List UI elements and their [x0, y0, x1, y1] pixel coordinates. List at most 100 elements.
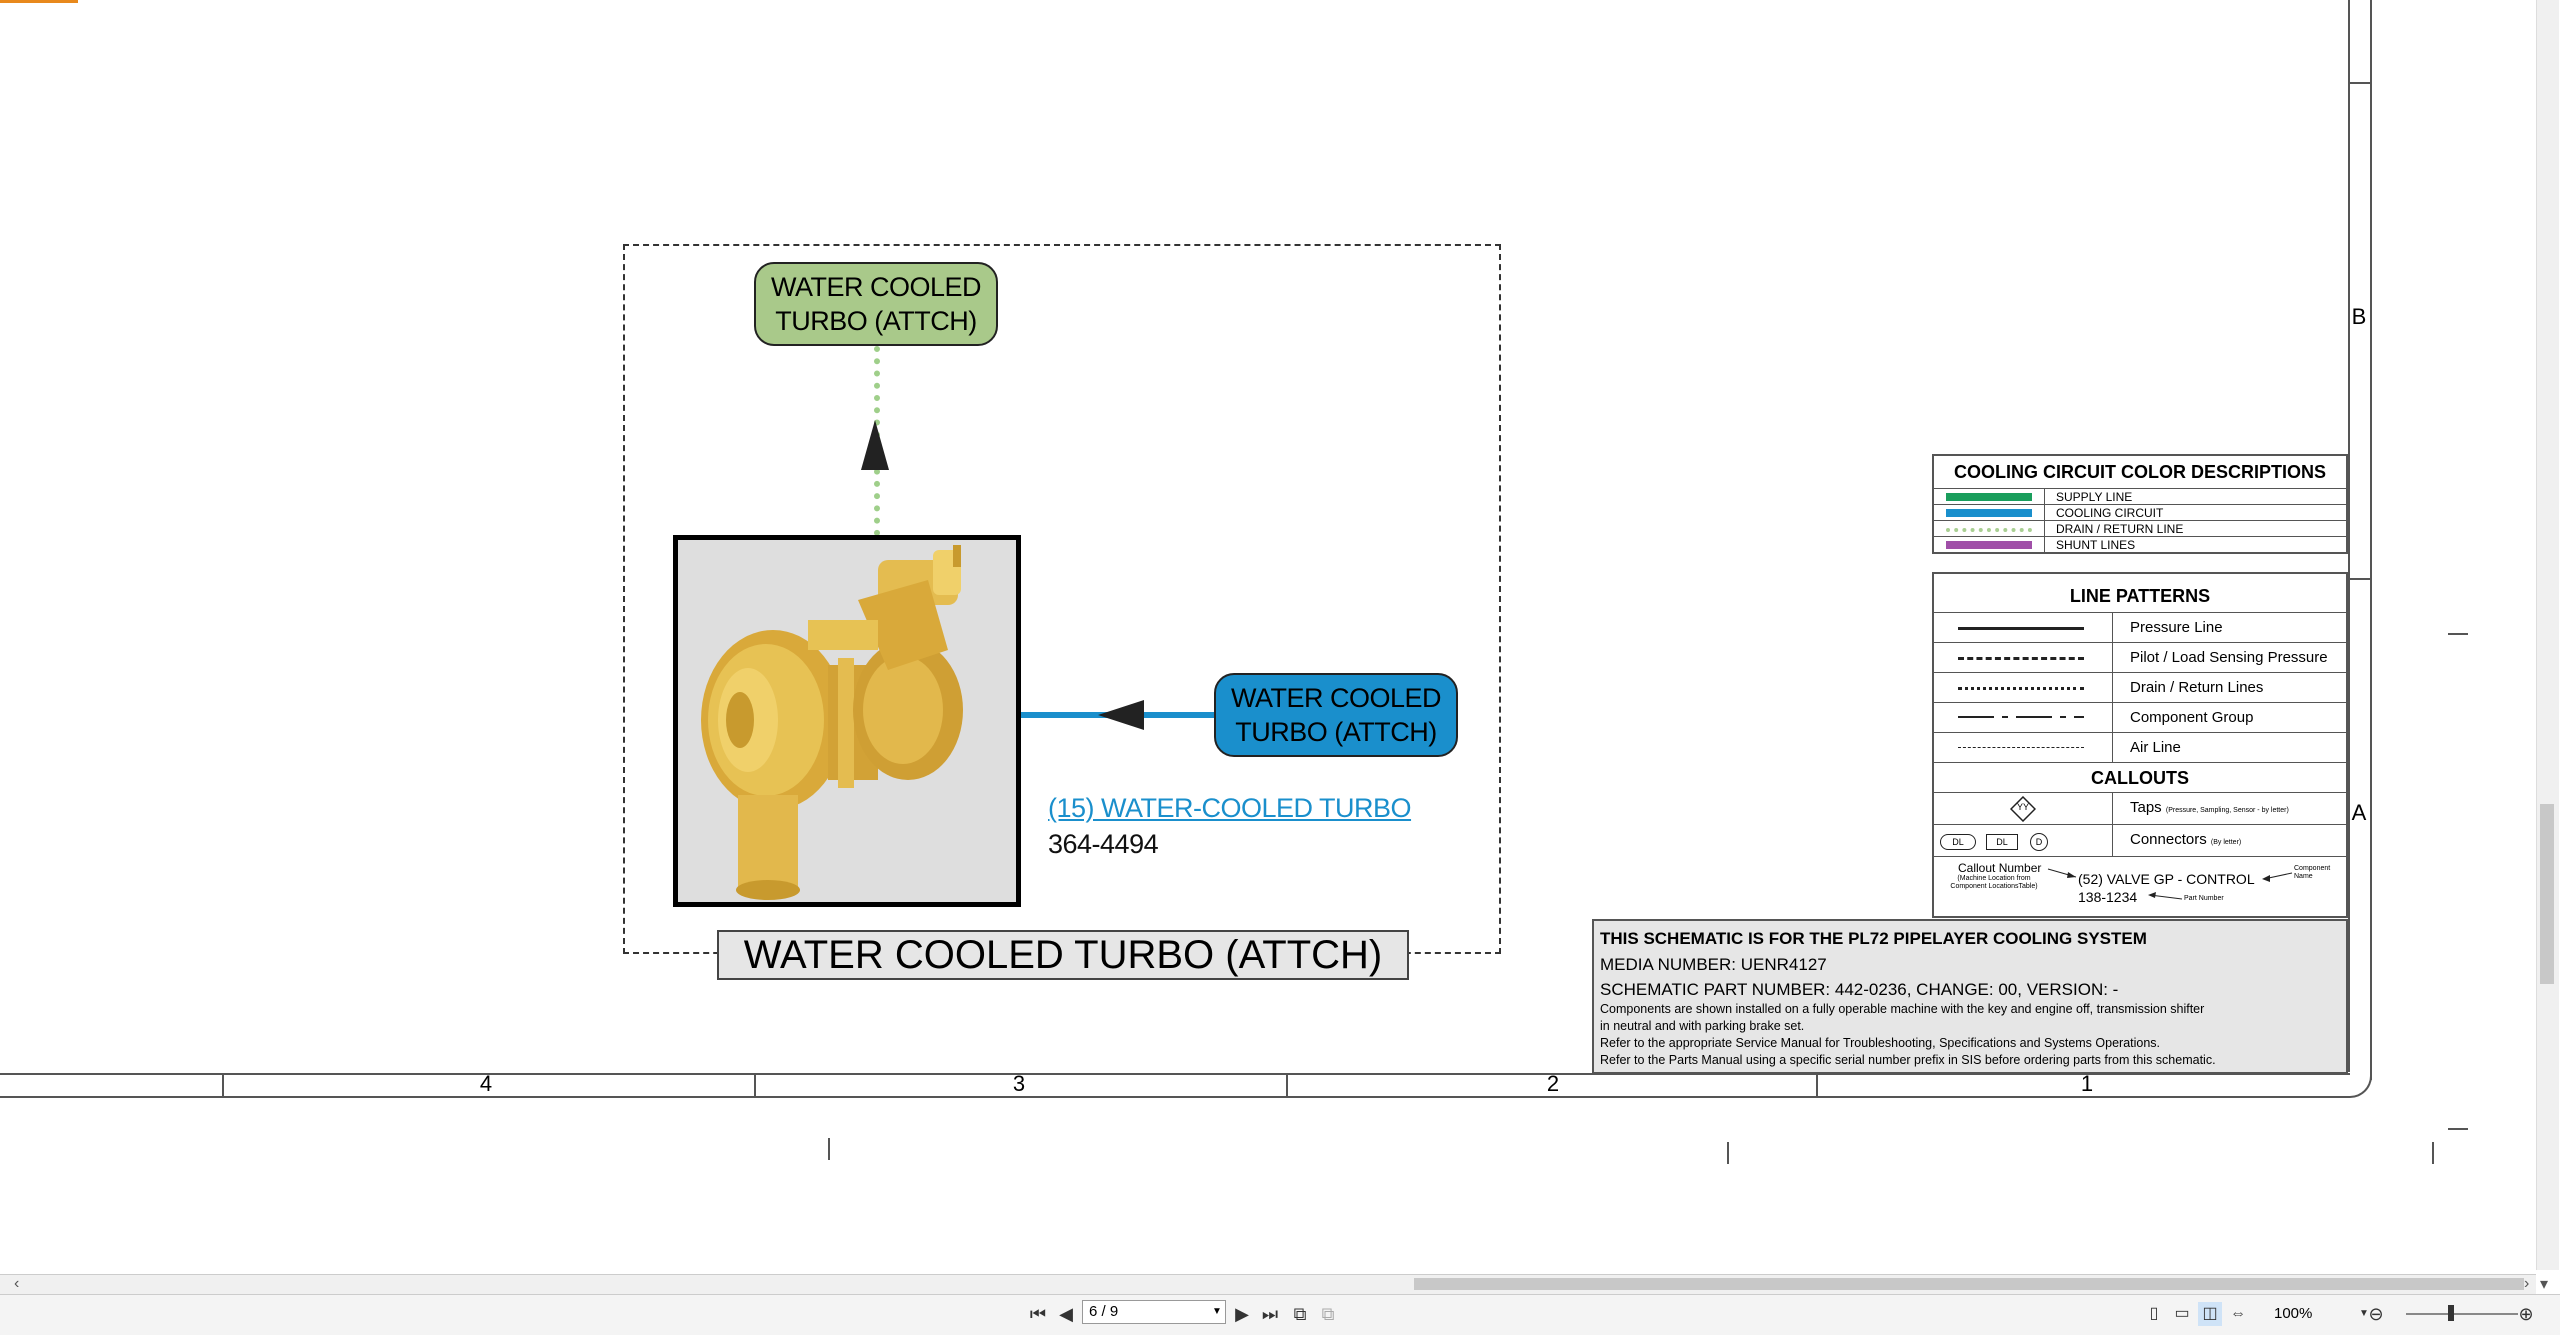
info-note: Refer to the appropriate Service Manual … — [1600, 1036, 2161, 1050]
pilot-line-sample — [1958, 657, 2084, 660]
scroll-right-arrow-icon[interactable]: › — [2524, 1275, 2529, 1293]
drain-line-sample — [1958, 687, 2084, 690]
zone-number: 4 — [479, 1071, 493, 1096]
pattern-label: Component Group — [2130, 709, 2254, 726]
color-legend-title: COOLING CIRCUIT COLOR DESCRIPTIONS — [1953, 462, 2326, 482]
component-part-number: 364-4494 — [1048, 829, 1159, 859]
scroll-down-arrow-icon[interactable]: ▾ — [2540, 1274, 2548, 1294]
air-line-sample — [1958, 747, 2084, 748]
facing-view-icon[interactable]: ◫ — [2198, 1302, 2222, 1326]
single-page-view-icon[interactable]: ▯ — [2142, 1302, 2166, 1326]
zone-divider — [222, 1074, 224, 1097]
zone-divider — [1816, 1074, 1818, 1097]
row-letter: A — [2351, 800, 2367, 825]
zone-divider — [754, 1074, 756, 1097]
scroll-left-arrow-icon[interactable]: ‹ — [14, 1275, 19, 1293]
page-edge-mark — [1727, 1142, 1729, 1164]
pattern-label: Drain / Return Lines — [2130, 679, 2264, 696]
pattern-row: Pilot / Load Sensing Pressure — [1934, 642, 2346, 673]
zone-divider — [1286, 1074, 1288, 1097]
callout-leader-lines — [2047, 868, 2293, 900]
turbo-component-image[interactable] — [673, 535, 1021, 907]
page-edge-mark — [2432, 1142, 2434, 1164]
row-divider — [2348, 578, 2370, 580]
connectors-label: Connectors (By letter) — [2130, 825, 2241, 858]
info-title: THIS SCHEMATIC IS FOR THE PL72 PIPELAYER… — [1600, 929, 2147, 948]
zone-number: 3 — [1012, 1071, 1026, 1096]
page-edge-mark — [828, 1138, 830, 1160]
zoom-slider[interactable] — [2406, 1313, 2518, 1315]
split-view-icon[interactable]: ⇔ — [2226, 1302, 2250, 1326]
tap-symbol-text: YY — [2016, 802, 2029, 812]
connector-symbol-icon: D — [2030, 833, 2048, 851]
cooling-circuit-swatch — [1946, 509, 2032, 517]
group-title: WATER COOLED TURBO (ATTCH) — [717, 930, 1409, 980]
vertical-scroll-thumb[interactable] — [2540, 804, 2554, 984]
legend-row-shunt: SHUNT LINES — [1934, 536, 2346, 553]
last-page-icon[interactable]: ⏭ — [1258, 1302, 1282, 1326]
first-page-icon[interactable]: ⏮ — [1026, 1302, 1050, 1326]
legend-label: COOLING CIRCUIT — [2056, 506, 2164, 520]
connectors-row: DL DL D Connectors (By letter) — [1934, 824, 2346, 857]
connectors-note: (By letter) — [2210, 839, 2242, 846]
frame-border-bottom-outer — [0, 1096, 2348, 1098]
connector-symbol-icon: DL — [1940, 834, 1976, 850]
taps-row: YY Taps (Pressure, Sampling, Sensor - by… — [1934, 792, 2346, 825]
zone-number: 1 — [2080, 1071, 2094, 1096]
legend-row-supply: SUPPLY LINE — [1934, 488, 2346, 505]
zoom-level[interactable]: 100% — [2274, 1302, 2312, 1326]
tap-symbol-icon: YY — [2009, 795, 2037, 823]
page-number-input[interactable]: 6 / 9 — [1082, 1300, 1226, 1324]
active-tab-indicator — [0, 0, 78, 3]
callout-water-cooled-turbo-top[interactable]: WATER COOLED TURBO (ATTCH) — [754, 262, 998, 346]
line-patterns-title: LINE PATTERNS — [2069, 586, 2211, 606]
connectors-label-text: Connectors — [2130, 831, 2207, 848]
frame-border-inner — [2348, 0, 2350, 1072]
previous-page-icon[interactable]: ◀ — [1054, 1302, 1078, 1326]
continuous-view-icon[interactable]: ▭ — [2170, 1302, 2194, 1326]
line-patterns-panel: LINE PATTERNS Pressure Line Pilot / Load… — [1932, 572, 2348, 918]
legend-label: SHUNT LINES — [2056, 538, 2136, 552]
pattern-label: Pressure Line — [2130, 619, 2223, 636]
info-note: Components are shown installed on a full… — [1600, 1002, 2205, 1016]
taps-label: Taps (Pressure, Sampling, Sensor - by le… — [2130, 793, 2289, 826]
flow-arrow-up-icon — [861, 420, 889, 470]
info-note: Refer to the Parts Manual using a specif… — [1600, 1053, 2216, 1067]
zoom-out-icon[interactable]: ⊖ — [2364, 1302, 2388, 1326]
page-edge-mark — [2448, 633, 2468, 635]
zoom-in-icon[interactable]: ⊕ — [2514, 1302, 2538, 1326]
zoom-slider-knob[interactable] — [2448, 1305, 2454, 1321]
component-link[interactable]: (15) WATER-COOLED TURBO — [1048, 793, 1412, 824]
vertical-scrollbar[interactable] — [2536, 0, 2559, 1270]
pattern-label: Pilot / Load Sensing Pressure — [2130, 649, 2328, 666]
previous-view-icon[interactable]: ⧉ — [1288, 1302, 1312, 1326]
pressure-line-sample — [1958, 627, 2084, 630]
pattern-label: Air Line — [2130, 739, 2181, 756]
next-page-icon[interactable]: ▶ — [1230, 1302, 1254, 1326]
supply-line-swatch — [1946, 493, 2032, 501]
turbocharger-icon — [678, 540, 1016, 902]
taps-note: (Pressure, Sampling, Sensor - by letter) — [2165, 807, 2289, 814]
taps-label-text: Taps — [2130, 799, 2162, 816]
schematic-part-number: SCHEMATIC PART NUMBER: 442-0236, CHANGE:… — [1600, 980, 2119, 999]
info-note: in neutral and with parking brake set. — [1600, 1019, 1805, 1033]
zone-number: 2 — [1546, 1071, 1560, 1096]
legend-label: DRAIN / RETURN LINE — [2056, 522, 2184, 536]
shunt-line-swatch — [1946, 541, 2032, 549]
callout-water-cooled-turbo-right[interactable]: WATER COOLED TURBO (ATTCH) — [1214, 673, 1458, 757]
horizontal-scroll-thumb[interactable] — [1414, 1278, 2524, 1290]
media-number: MEDIA NUMBER: UENR4127 — [1600, 955, 1827, 974]
callouts-title: CALLOUTS — [1934, 762, 2346, 793]
pattern-row: Drain / Return Lines — [1934, 672, 2346, 703]
page-edge-mark — [2448, 1128, 2468, 1130]
legend-row-cooling: COOLING CIRCUIT — [1934, 504, 2346, 521]
page-dropdown-icon[interactable]: ▼ — [1208, 1300, 1226, 1324]
next-view-icon[interactable]: ⧉ — [1316, 1302, 1340, 1326]
row-divider — [2348, 82, 2370, 84]
component-group-line-sample — [1958, 716, 2084, 718]
callout-example-row: Callout Number (Machine Location from Co… — [1934, 856, 2346, 917]
pattern-row: Pressure Line — [1934, 612, 2346, 643]
row-letter: B — [2351, 304, 2367, 329]
pattern-row: Component Group — [1934, 702, 2346, 733]
color-legend-panel: COOLING CIRCUIT COLOR DESCRIPTIONS SUPPL… — [1932, 454, 2348, 554]
